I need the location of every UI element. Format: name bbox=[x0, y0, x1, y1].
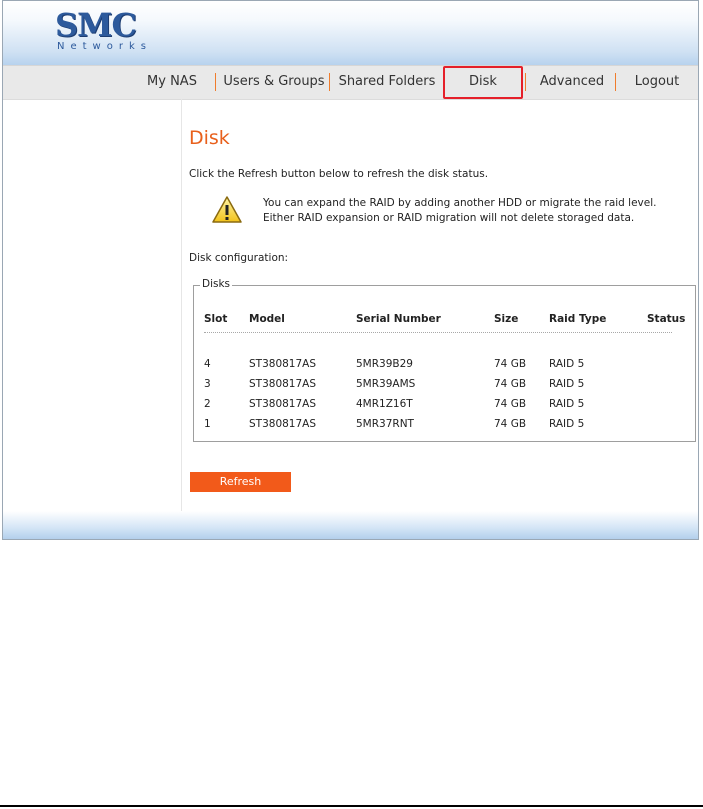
notice-line-2: Either RAID expansion or RAID migration … bbox=[263, 212, 635, 224]
warning-icon bbox=[212, 196, 242, 223]
cell-model: ST380817AS bbox=[249, 378, 317, 390]
cell-size: 74 GB bbox=[494, 378, 527, 390]
col-serial: Serial Number bbox=[356, 313, 441, 325]
col-raid-type: Raid Type bbox=[549, 313, 607, 325]
cell-slot: 1 bbox=[204, 418, 211, 430]
cell-model: ST380817AS bbox=[249, 418, 317, 430]
logo-subtitle: Networks bbox=[57, 41, 152, 52]
nav-shared-folders[interactable]: Shared Folders bbox=[333, 66, 441, 97]
nav-my-nas[interactable]: My NAS bbox=[137, 66, 207, 97]
cell-serial: 5MR39B29 bbox=[356, 358, 413, 370]
nav-separator bbox=[329, 73, 330, 91]
cell-model: ST380817AS bbox=[249, 398, 317, 410]
cell-size: 74 GB bbox=[494, 418, 527, 430]
nav-users-groups[interactable]: Users & Groups bbox=[219, 66, 329, 97]
col-model: Model bbox=[249, 313, 285, 325]
cell-serial: 5MR37RNT bbox=[356, 418, 414, 430]
top-nav: My NAS Users & Groups Shared Folders Dis… bbox=[3, 65, 698, 100]
refresh-button[interactable]: Refresh bbox=[190, 472, 291, 492]
nav-disk[interactable]: Disk bbox=[445, 66, 521, 97]
smc-logo: SMC Networks bbox=[55, 9, 152, 53]
refresh-instruction: Click the Refresh button below to refres… bbox=[189, 168, 489, 180]
sidebar-divider bbox=[181, 99, 182, 511]
col-status: Status bbox=[647, 313, 686, 325]
nav-separator bbox=[615, 73, 616, 91]
cell-serial: 4MR1Z16T bbox=[356, 398, 413, 410]
footer-bar bbox=[3, 511, 698, 539]
cell-size: 74 GB bbox=[494, 358, 527, 370]
cell-serial: 5MR39AMS bbox=[356, 378, 416, 390]
nav-advanced[interactable]: Advanced bbox=[529, 66, 615, 97]
disks-legend: Disks bbox=[200, 278, 233, 290]
cell-raid-type: RAID 5 bbox=[549, 378, 585, 390]
page-bottom-rule bbox=[0, 805, 703, 807]
app-frame: SMC Networks My NAS Users & Groups Share… bbox=[2, 0, 699, 540]
cell-raid-type: RAID 5 bbox=[549, 358, 585, 370]
col-slot: Slot bbox=[204, 313, 228, 325]
nav-separator bbox=[215, 73, 216, 91]
cell-slot: 4 bbox=[204, 358, 211, 370]
cell-raid-type: RAID 5 bbox=[549, 418, 585, 430]
cell-model: ST380817AS bbox=[249, 358, 317, 370]
header-divider bbox=[204, 332, 672, 333]
notice-line-1: You can expand the RAID by adding anothe… bbox=[263, 197, 657, 209]
col-size: Size bbox=[494, 313, 519, 325]
nav-logout[interactable]: Logout bbox=[621, 66, 693, 97]
logo-brand: SMC bbox=[55, 6, 137, 44]
cell-raid-type: RAID 5 bbox=[549, 398, 585, 410]
nav-separator bbox=[525, 73, 526, 91]
page-title: Disk bbox=[189, 127, 230, 149]
cell-slot: 3 bbox=[204, 378, 211, 390]
cell-slot: 2 bbox=[204, 398, 211, 410]
cell-size: 74 GB bbox=[494, 398, 527, 410]
disk-config-label: Disk configuration: bbox=[189, 252, 289, 264]
header-banner: SMC Networks bbox=[3, 1, 698, 65]
